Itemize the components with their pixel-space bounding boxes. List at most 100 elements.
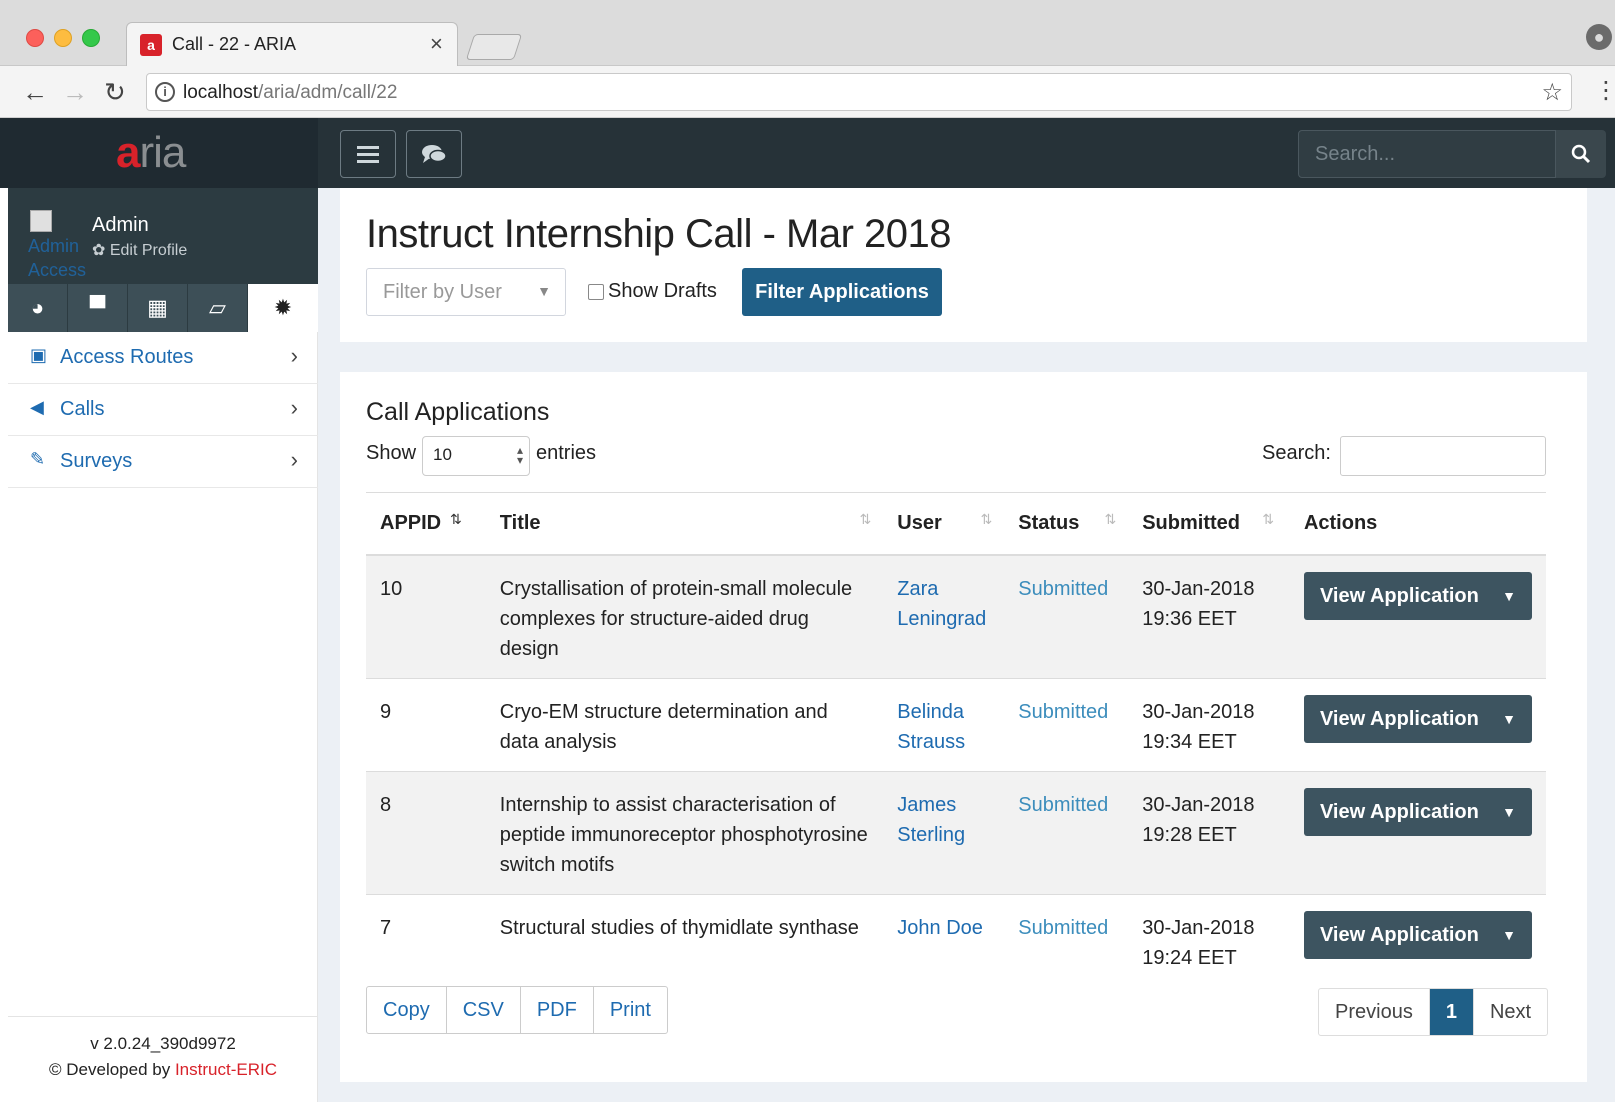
column-header-submitted[interactable]: Submitted ⇅ [1128,493,1290,556]
previous-page-button[interactable]: Previous [1319,989,1430,1035]
tab-building[interactable]: ▦ [128,284,188,332]
view-application-label: View Application [1319,924,1479,946]
top-search-input[interactable]: Search... [1298,130,1556,178]
cell-user[interactable]: Belinda Strauss [883,678,1005,772]
info-icon[interactable]: i [155,82,175,102]
bookmark-star-icon[interactable]: ☆ [1541,78,1563,107]
cell-title: Cryo-EM structure determination and data… [485,678,884,772]
aria-logo[interactable]: aria [116,128,186,178]
search-button[interactable] [1556,130,1606,178]
developed-by-text: © Developed by [49,1060,175,1079]
applications-table: APPID ⇅ Title ⇅ User ⇅ Status ⇅ Submitted ⇅ A… [366,492,1546,987]
back-arrow-icon[interactable]: ← [22,77,48,108]
logo-letter-a: a [116,128,141,177]
browser-menu-icon[interactable]: ⋮ [1594,76,1615,105]
cell-status[interactable]: Submitted [1004,555,1129,679]
aria-favicon-icon: a [140,34,162,56]
call-header-box: Instruct Internship Call - Mar 2018 Filt… [340,188,1587,342]
filter-applications-button[interactable]: Filter Applications [742,268,942,316]
cell-submitted: 30-Jan-2018 19:34 EET [1128,678,1290,772]
cell-user[interactable]: John Doe [883,895,1004,988]
dashboard-icon: ◕ [30,295,45,320]
caret-down-icon[interactable]: ▼ [1502,695,1516,743]
cell-appid: 8 [366,771,486,895]
column-header-status[interactable]: Status ⇅ [1004,493,1129,556]
csv-button[interactable]: CSV [447,987,521,1033]
view-application-button[interactable]: View Application ▼ [1303,911,1532,959]
table-search-input[interactable] [1340,436,1546,476]
logo-area[interactable]: aria [0,118,318,188]
forward-arrow-icon[interactable]: → [62,77,88,108]
cell-user[interactable]: James Sterling [883,771,1005,895]
url-field[interactable]: i localhost/aria/adm/call/22 ☆ [146,73,1572,111]
view-application-button[interactable]: View Application ▼ [1303,695,1532,743]
comments-icon [422,145,447,163]
tab-settings[interactable]: ✹ [248,284,318,332]
next-page-button[interactable]: Next [1474,989,1547,1035]
tab-dashboard[interactable]: ◕ [8,284,68,332]
copy-button[interactable]: Copy [367,987,447,1033]
tab-archive[interactable]: ▀ [68,284,128,332]
sidebar-item-calls[interactable]: ◀ Calls › [8,384,318,436]
cell-status[interactable]: Submitted [1004,678,1129,772]
chevron-right-icon: › [290,343,298,368]
cell-title: Internship to assist characterisation of… [485,771,884,895]
user-name: Admin [92,214,149,236]
tab-close-icon[interactable]: × [430,31,443,57]
user-panel: Admin Access Admin ✿ Edit Profile [8,188,318,284]
chat-button[interactable] [406,130,462,178]
edit-profile-link[interactable]: ✿ Edit Profile [92,240,187,260]
cell-title: Structural studies of thymidlate synthas… [499,917,859,939]
print-button[interactable]: Print [594,987,667,1033]
cell-user[interactable]: Zara Leningrad [883,555,1005,679]
column-header-title[interactable]: Title ⇅ [485,493,884,556]
caret-down-icon: ▼ [537,283,551,299]
new-tab-button[interactable] [465,34,523,60]
sort-icon: ⇅ [1262,511,1274,527]
page-1-button[interactable]: 1 [1429,989,1474,1035]
column-header-label: APPID [380,512,442,534]
entries-length-select[interactable]: 10 ▴ ▾ [422,436,530,476]
caret-down-icon[interactable]: ▼ [1502,572,1516,620]
hamburger-menu-button[interactable] [340,130,396,178]
maximize-window-button[interactable] [82,29,100,47]
sort-icon: ⇅ [980,511,993,527]
column-header-label: Status [1018,512,1080,534]
sidebar-item-access-routes[interactable]: ▣ Access Routes › [8,332,318,384]
view-application-button[interactable]: View Application ▼ [1303,572,1532,620]
caret-down-icon[interactable]: ▼ [1502,911,1516,959]
caret-down-icon[interactable]: ▼ [1502,788,1516,836]
page-title: Instruct Internship Call - Mar 2018 [366,212,951,256]
cell-actions: View Application ▼ [1290,895,1546,988]
reload-icon[interactable]: ↻ [104,77,126,108]
browser-profile-icon[interactable]: ● [1586,24,1612,50]
section-title: Call Applications [366,398,550,426]
view-application-label: View Application [1319,585,1479,607]
cell-title: Crystallisation of protein-small molecul… [485,555,884,679]
tab-book[interactable]: ▱ [188,284,248,332]
pdf-button[interactable]: PDF [521,987,594,1033]
table-row: 8 Internship to assist characterisation … [366,771,1546,895]
column-header-appid[interactable]: APPID ⇅ [366,493,486,556]
cell-appid: 10 [366,555,486,679]
minimize-window-button[interactable] [54,29,72,47]
show-drafts-label[interactable]: Show Drafts [608,280,717,303]
sidebar-item-label: Surveys [60,450,133,472]
view-application-label: View Application [1319,708,1479,730]
updown-arrows-icon: ▴ ▾ [516,443,523,467]
sidebar-item-surveys[interactable]: ✎ Surveys › [8,436,318,488]
filter-by-user-select[interactable]: Filter by User ▼ [366,268,566,316]
close-window-button[interactable] [26,29,44,47]
gear-icon: ✿ [92,242,110,259]
cell-submitted: 30-Jan-2018 19:24 EET [1142,917,1255,969]
book-icon: ▱ [209,295,226,320]
url-path: /aria/adm/call/22 [258,82,398,103]
sidebar-footer: v 2.0.24_390d9972 © Developed by Instruc… [8,1016,318,1102]
cell-status[interactable]: Submitted [1004,895,1128,988]
main-content: Instruct Internship Call - Mar 2018 Filt… [318,188,1615,1102]
column-header-user[interactable]: User ⇅ [883,493,1005,556]
developer-link[interactable]: Instruct-ERIC [175,1060,277,1079]
cell-status[interactable]: Submitted [1004,771,1129,895]
show-drafts-checkbox[interactable] [588,284,604,300]
view-application-button[interactable]: View Application ▼ [1303,788,1532,836]
